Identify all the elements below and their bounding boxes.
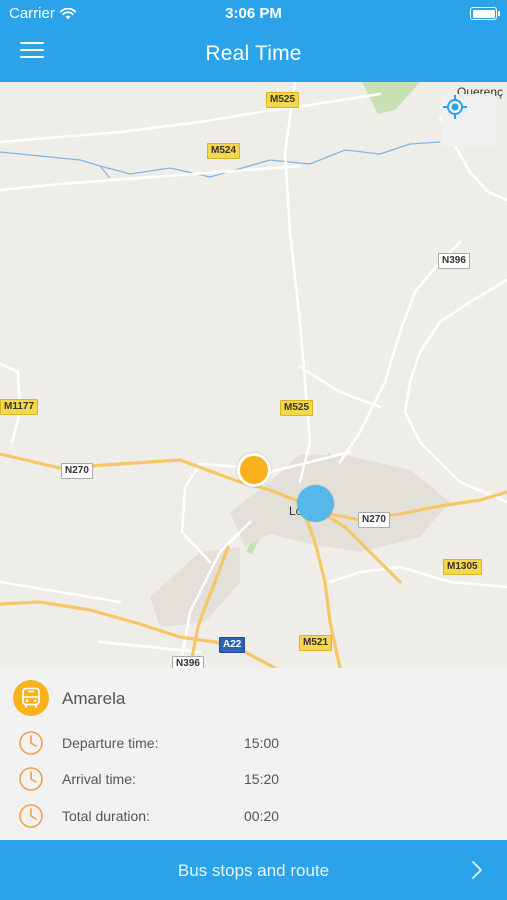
road-label-m521: M521	[299, 635, 333, 651]
map-view[interactable]: M525 M524 N396 M1177 M525 N270 N270 M130…	[0, 82, 507, 668]
battery-icon	[470, 7, 500, 20]
departure-row: Departure time: 15:00	[0, 728, 507, 758]
road-label-n396: N396	[438, 253, 470, 269]
bus-line-row: Amarela	[0, 680, 507, 716]
page-title: Real Time	[205, 42, 302, 65]
road-label-m524: M524	[207, 143, 241, 159]
nav-bar: Real Time	[0, 28, 507, 82]
bus-stops-route-label: Bus stops and route	[177, 861, 330, 880]
clock-icon	[19, 731, 43, 755]
road-label-n270: N270	[358, 512, 390, 528]
arrival-label: Arrival time:	[62, 771, 136, 787]
status-bar: Carrier 3:06 PM	[0, 0, 507, 28]
map-canvas[interactable]	[0, 82, 507, 668]
arrival-row: Arrival time: 15:20	[0, 764, 507, 794]
road-label-m1305: M1305	[443, 559, 482, 575]
urban-area	[150, 547, 240, 627]
status-time: 3:06 PM	[225, 5, 282, 22]
crosshair-location-icon	[443, 95, 467, 119]
road-label-m1177: M1177	[0, 399, 39, 415]
park-area	[362, 82, 420, 114]
road-label-m525: M525	[266, 92, 300, 108]
trip-info-panel: Amarela Departure time: 15:00 Arrival ti…	[0, 668, 507, 840]
road-label-n396: N396	[172, 656, 204, 668]
road-label-n270: N270	[61, 463, 93, 479]
user-location-marker[interactable]	[297, 485, 334, 522]
clock-icon	[19, 804, 43, 828]
clock-icon	[19, 767, 43, 791]
bus-icon	[13, 680, 49, 716]
road-label-m525: M525	[280, 400, 314, 416]
duration-value: 00:20	[244, 808, 280, 824]
bus-stops-route-button[interactable]: Bus stops and route	[0, 840, 507, 900]
duration-label: Total duration:	[62, 808, 150, 824]
duration-row: Total duration: 00:20	[0, 801, 507, 831]
road-label-a22: A22	[219, 637, 246, 653]
departure-label: Departure time:	[62, 735, 159, 751]
bus-position-marker[interactable]	[237, 453, 271, 487]
arrival-value: 15:20	[244, 771, 280, 787]
locate-me-button[interactable]	[442, 94, 495, 147]
departure-value: 15:00	[244, 735, 280, 751]
bus-line-name: Amarela	[62, 689, 126, 708]
chevron-right-icon	[472, 861, 482, 879]
